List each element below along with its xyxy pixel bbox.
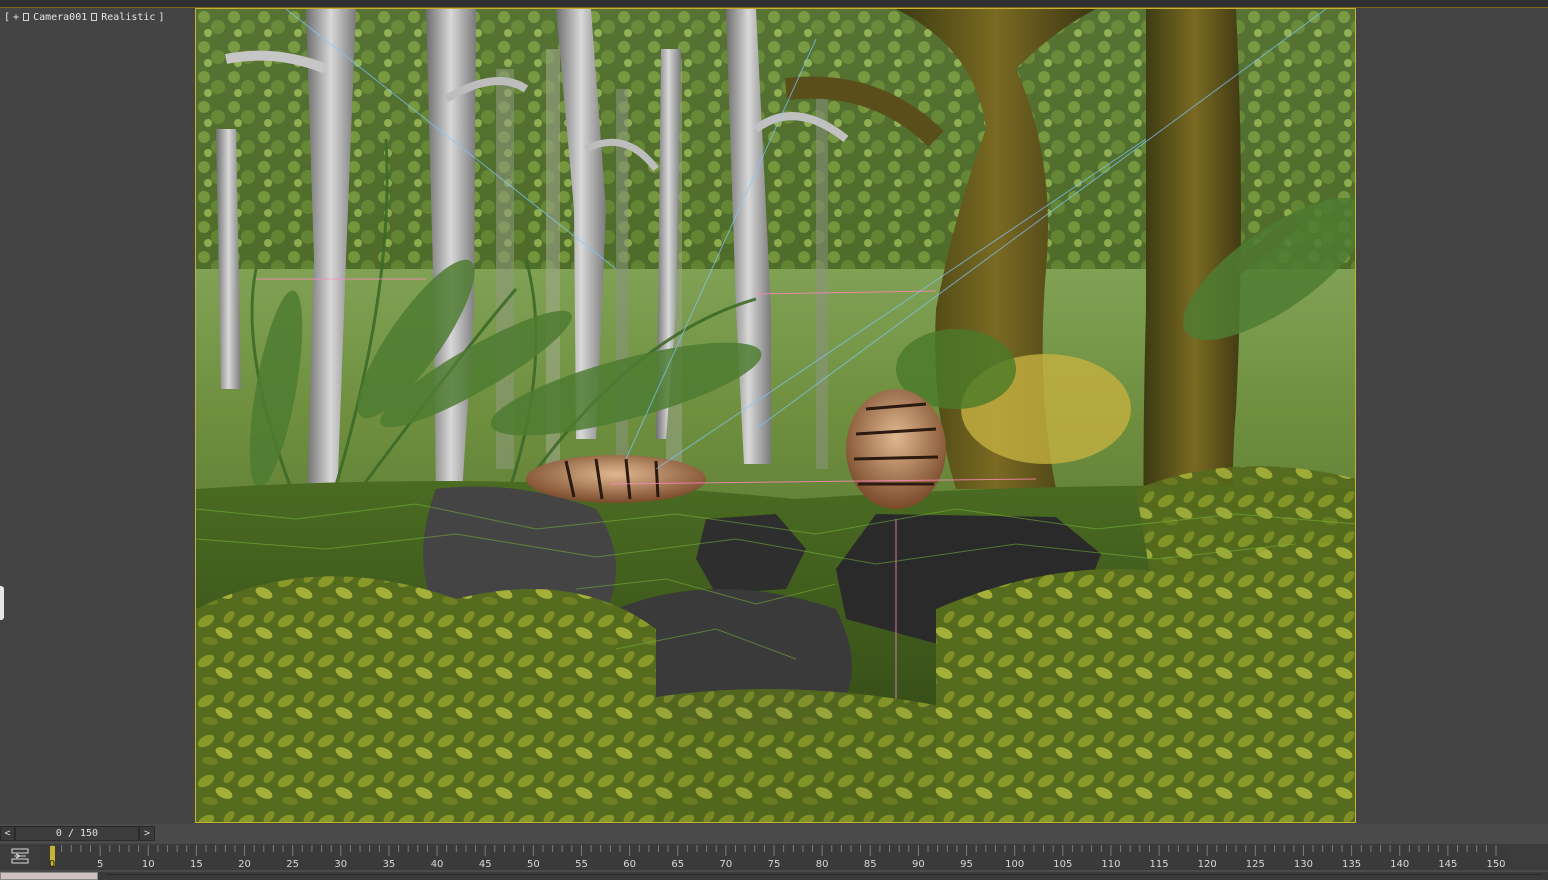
viewport-menu-bracket-open: [ [4,11,11,23]
trackbar[interactable]: 0 5 10 15 20 25 30 35 40 45 50 55 60 65 70 75 80 85 90 95 10… [40,844,1508,870]
trackbar-row: 0 5 10 15 20 25 30 35 40 45 50 55 60 65 70 75 80 85 90 95 10… [0,844,1548,870]
trackbar-frame-label: 5 [97,859,103,870]
trackbar-frame-label: 30 [334,859,347,870]
trackbar-frame-label: 25 [286,859,299,870]
trackbar-frame-label: 70 [719,859,732,870]
trackbar-frame-label: 135 [1342,859,1361,870]
side-panel-tab[interactable] [0,586,4,620]
trackbar-frame-label: 115 [1150,859,1169,870]
viewport-camera-menu[interactable]: Camera001 [33,12,87,23]
trackbar-frame-label: 80 [816,859,829,870]
trackbar-frame-label: 65 [671,859,684,870]
trackbar-frame-label: 0 [49,859,55,870]
max-workspace: [ + Camera001 Realistic ] < 0 / 150 > 0 … [0,0,1548,880]
viewport-general-menu[interactable]: + [13,12,19,23]
viewport-separator-icon [23,13,30,21]
curve-editor-icon[interactable] [0,844,40,870]
time-slider-track[interactable] [156,826,1548,841]
time-slider-handle[interactable]: 0 / 150 [15,826,139,841]
trackbar-frame-label: 35 [383,859,396,870]
trackbar-frame-label: 20 [238,859,251,870]
trackbar-frame-label: 75 [768,859,781,870]
trackbar-frame-label: 105 [1053,859,1072,870]
maxscript-listener-field[interactable] [0,872,98,880]
trackbar-frame-label: 15 [190,859,203,870]
trackbar-frame-label: 10 [142,859,155,870]
trackbar-frame-label: 50 [527,859,540,870]
trackbar-frame-label: 140 [1390,859,1409,870]
viewport-menu-bracket-close: ] [158,11,165,23]
next-frame-button[interactable]: > [139,826,155,841]
trackbar-frame-label: 45 [479,859,492,870]
trackbar-frame-label: 60 [623,859,636,870]
trackbar-frame-label: 85 [864,859,877,870]
trackbar-frame-label: 40 [431,859,444,870]
trackbar-frame-label: 125 [1246,859,1265,870]
trackbar-frame-label: 100 [1005,859,1024,870]
time-slider-row: < 0 / 150 > [0,826,1548,842]
trackbar-frame-label: 90 [912,859,925,870]
viewport-shading-menu[interactable]: Realistic [101,12,155,23]
top-toolbar-strip [0,0,1548,8]
camera-viewport[interactable]: [ + Camera001 Realistic ] [0,8,1548,824]
trackbar-frame-label: 110 [1101,859,1120,870]
safe-frame [195,8,1356,823]
viewport-label[interactable]: [ + Camera001 Realistic ] [4,10,164,24]
trackbar-frame-label: 55 [575,859,588,870]
timeline-panel: < 0 / 150 > 0 5 10 15 20 25 30 35 40 45 50 55 60 65 70… [0,824,1548,880]
previous-frame-button[interactable]: < [0,826,15,841]
trackbar-frame-label: 130 [1294,859,1313,870]
rendered-jungle-scene [196,9,1355,822]
trackbar-frame-label: 120 [1198,859,1217,870]
viewport-separator-icon [91,13,98,21]
trackbar-frame-label: 150 [1486,859,1505,870]
prompt-line [106,874,1542,880]
trackbar-frame-label: 145 [1438,859,1457,870]
status-bar [0,872,1548,880]
trackbar-frame-label: 95 [960,859,973,870]
